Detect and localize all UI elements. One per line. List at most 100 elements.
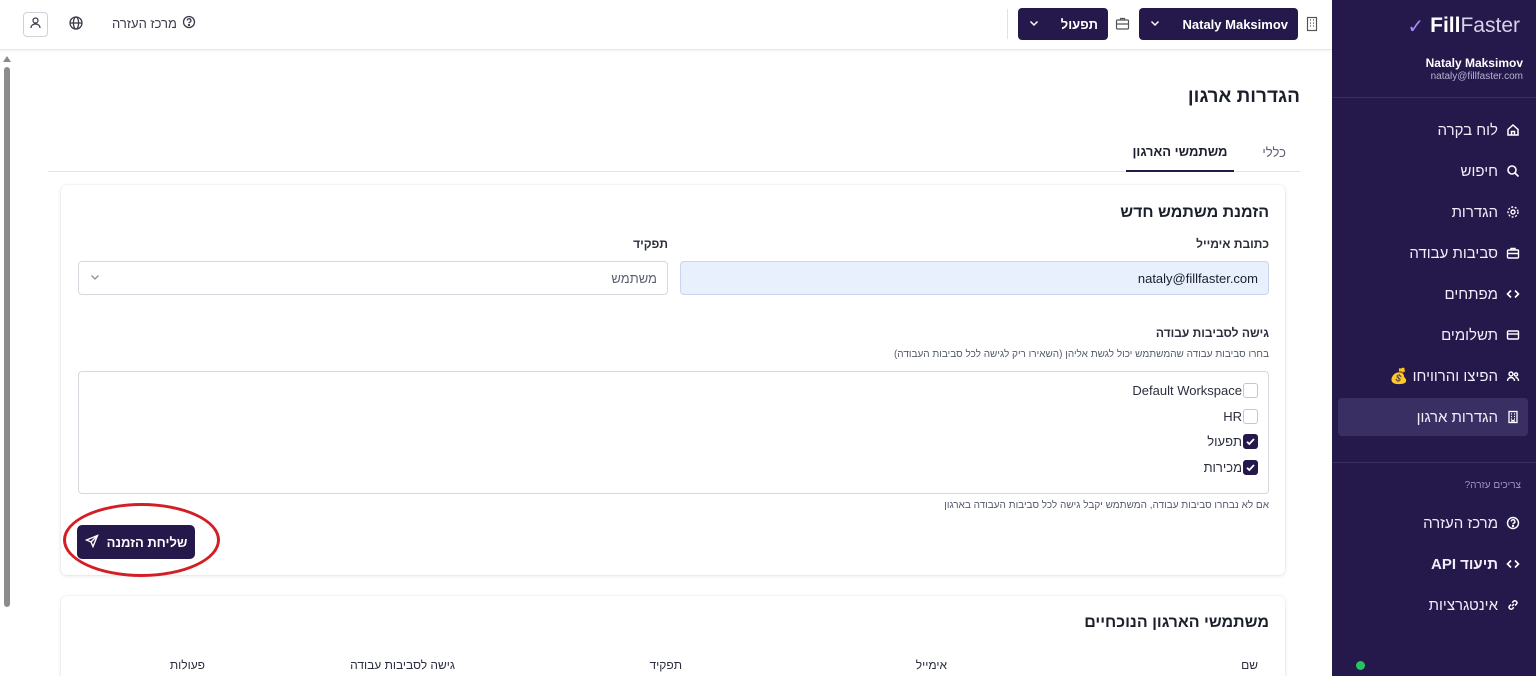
members-card-title: משתמשי הארגון הנוכחיים <box>1084 614 1269 631</box>
scroll-thumb[interactable] <box>4 67 10 607</box>
sidebar-item-label: הגדרות ארגון <box>1416 408 1498 426</box>
sidebar-item-payments[interactable]: תשלומים <box>1338 316 1528 354</box>
workspace-checkbox[interactable] <box>1243 460 1258 475</box>
column-header-actions: פעולות <box>169 658 205 672</box>
workspace-access-label: גישה לסביבות עבודה <box>1155 326 1269 340</box>
workspace-access-hint: בחרו סביבות עבודה שהמשתמש יכול לגשת אליה… <box>893 349 1269 360</box>
sidebar-nav: לוח בקרה חיפוש הגדרות סביבות עבודה מפתחי… <box>1338 111 1528 439</box>
sidebar-item-label: סביבות עבודה <box>1409 244 1498 262</box>
sidebar-user: Nataly Maksimov nataly@fillfaster.com <box>1426 56 1523 82</box>
building-icon <box>1506 410 1520 424</box>
sidebar-item-label: מפתחים <box>1444 285 1498 303</box>
logo-check-icon: ✓ <box>1407 15 1425 38</box>
sidebar-help-label: צריכים עזרה? <box>1464 480 1521 491</box>
chevron-down-icon <box>1149 17 1161 32</box>
globe-icon[interactable] <box>68 15 84 31</box>
gear-icon <box>1506 205 1520 219</box>
sidebar-help-nav: מרכז העזרה תיעוד API אינטגרציות <box>1338 504 1528 627</box>
sidebar-item-developers[interactable]: מפתחים <box>1338 275 1528 313</box>
workspace-option-label: HR <box>1223 409 1242 424</box>
sidebar-item-label: מרכז העזרה <box>1423 514 1498 532</box>
workspace-option[interactable]: תפעול <box>1207 434 1258 449</box>
sidebar-item-dashboard[interactable]: לוח בקרה <box>1338 111 1528 149</box>
invite-card-title: הזמנת משתמש חדש <box>1120 204 1269 221</box>
topbar-divider <box>1007 9 1008 39</box>
organization-name: Nataly Maksimov <box>1182 16 1289 32</box>
column-header-access: גישה לסביבות עבודה <box>350 658 455 672</box>
column-header-email: אימייל <box>915 658 947 672</box>
sidebar-item-search[interactable]: חיפוש <box>1338 152 1528 190</box>
logo-text-bold: Fill <box>1430 14 1461 37</box>
workspace-option[interactable]: מכירות <box>1204 460 1258 475</box>
workspace-checkbox-list: Default Workspace HR תפעול מכירות <box>78 371 1269 494</box>
role-label: תפקיד <box>633 237 668 251</box>
sidebar-item-api-docs[interactable]: תיעוד API <box>1338 545 1528 583</box>
workspace-checkbox[interactable] <box>1243 434 1258 449</box>
check-icon <box>1246 464 1255 472</box>
sidebar-item-label: הגדרות <box>1451 203 1498 221</box>
sidebar-item-label: לוח בקרה <box>1437 121 1498 139</box>
user-menu-button[interactable] <box>23 12 48 37</box>
workspace-checkbox[interactable] <box>1243 409 1258 424</box>
page-scrollbar[interactable] <box>0 51 13 676</box>
sidebar: ✓ FillFaster Nataly Maksimov nataly@fill… <box>1332 0 1536 676</box>
workspace-option[interactable]: Default Workspace <box>1132 383 1258 398</box>
check-icon <box>1246 438 1255 446</box>
tab-general[interactable]: כללי <box>1262 132 1286 172</box>
code-icon <box>1506 287 1520 301</box>
sidebar-item-org-settings[interactable]: הגדרות ארגון <box>1338 398 1528 436</box>
workspace-option-label: מכירות <box>1203 460 1242 475</box>
page-title: הגדרות ארגון <box>1187 86 1300 107</box>
topbar: Nataly Maksimov תפעול מרכז העזרה <box>0 0 1332 50</box>
send-icon <box>84 533 99 551</box>
chevron-down-icon <box>89 271 101 286</box>
sidebar-item-workspaces[interactable]: סביבות עבודה <box>1338 234 1528 272</box>
email-label: כתובת אימייל <box>1196 237 1269 251</box>
sidebar-item-label: תשלומים <box>1441 326 1498 344</box>
user-icon <box>29 16 42 34</box>
send-invite-button[interactable]: שליחת הזמנה <box>77 525 195 559</box>
help-center-label: מרכז העזרה <box>112 16 177 31</box>
help-circle-icon <box>1506 516 1520 530</box>
send-invite-label: שליחת הזמנה <box>106 534 188 550</box>
sidebar-user-name: Nataly Maksimov <box>1425 56 1523 70</box>
sidebar-divider <box>1332 462 1536 463</box>
code-icon <box>1506 557 1520 571</box>
credit-card-icon <box>1506 328 1520 342</box>
sidebar-divider <box>1332 97 1536 98</box>
logo-text-light: Faster <box>1460 14 1520 37</box>
sidebar-item-settings[interactable]: הגדרות <box>1338 193 1528 231</box>
link-icon <box>1506 598 1520 612</box>
role-select[interactable]: משתמש <box>78 261 668 295</box>
help-center-link[interactable]: מרכז העזרה <box>112 15 196 32</box>
sidebar-item-referral[interactable]: הפיצו והרוויחו 💰 <box>1338 357 1528 395</box>
workspace-dropdown[interactable]: תפעול <box>1018 8 1108 40</box>
status-indicator <box>1356 661 1365 670</box>
column-header-name: שם <box>1241 658 1258 672</box>
scroll-up-arrow-icon[interactable] <box>3 56 11 62</box>
building-icon <box>1305 16 1319 32</box>
sidebar-item-label: חיפוש <box>1460 162 1498 180</box>
current-members-card: משתמשי הארגון הנוכחיים שם אימייל תפקיד ג… <box>61 596 1285 676</box>
home-icon <box>1506 123 1520 137</box>
email-field[interactable] <box>680 261 1269 295</box>
workspace-option-label: תפעול <box>1207 434 1242 449</box>
invite-user-card: הזמנת משתמש חדש כתובת אימייל תפקיד משתמש… <box>61 185 1285 575</box>
briefcase-icon <box>1115 16 1130 31</box>
sidebar-item-integrations[interactable]: אינטגרציות <box>1338 586 1528 624</box>
sidebar-user-email: nataly@fillfaster.com <box>1430 71 1523 82</box>
workspace-access-footnote: אם לא נבחרו סביבות עבודה, המשתמש יקבל גי… <box>944 500 1269 511</box>
tab-org-users[interactable]: משתמשי הארגון <box>1126 132 1234 172</box>
workspace-option[interactable]: HR <box>1223 409 1258 424</box>
organization-dropdown[interactable]: Nataly Maksimov <box>1139 8 1298 40</box>
logo[interactable]: ✓ FillFaster <box>1407 13 1520 39</box>
sidebar-item-help-center[interactable]: מרכז העזרה <box>1338 504 1528 542</box>
chevron-down-icon <box>1028 17 1040 32</box>
role-select-value: משתמש <box>611 270 657 286</box>
help-circle-icon <box>182 15 196 32</box>
sidebar-item-label: אינטגרציות <box>1428 596 1498 614</box>
briefcase-icon <box>1506 246 1520 260</box>
workspace-checkbox[interactable] <box>1243 383 1258 398</box>
workspace-option-label: Default Workspace <box>1132 383 1242 398</box>
tabs: כללי משתמשי הארגון <box>48 132 1300 172</box>
